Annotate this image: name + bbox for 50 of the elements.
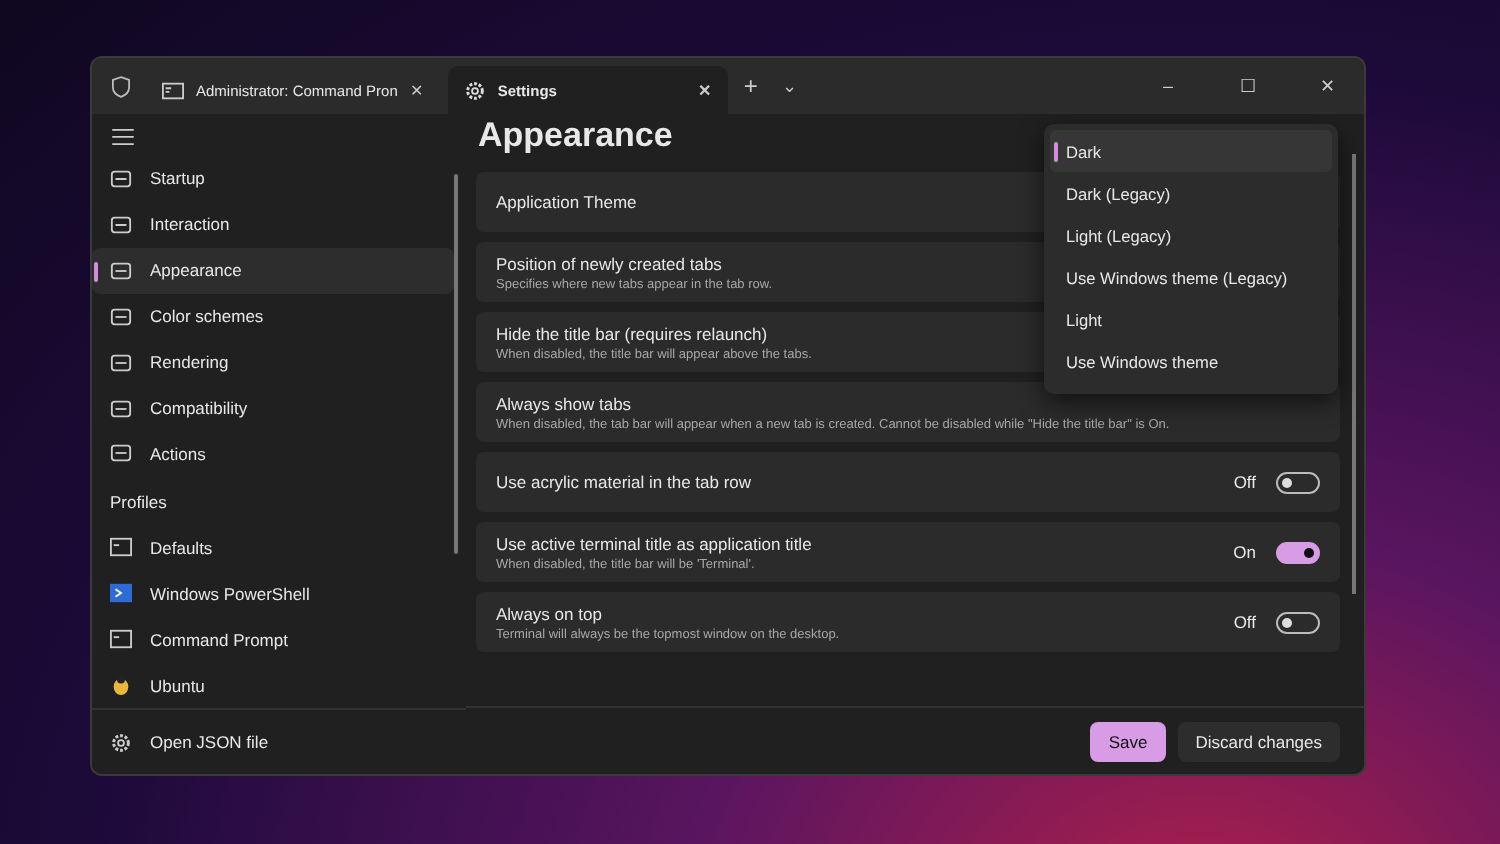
tab-menu-button[interactable]: ⌄ bbox=[773, 76, 806, 96]
sidebar-item[interactable]: Appearance bbox=[92, 247, 454, 294]
dropdown-option[interactable]: Dark (Legacy) bbox=[1050, 172, 1332, 214]
sidebar-item[interactable]: Color schemes bbox=[92, 293, 454, 340]
toggle-state: Off bbox=[1233, 612, 1256, 632]
toggle-state: On bbox=[1233, 542, 1256, 562]
sidebar-item[interactable]: Rendering bbox=[92, 339, 454, 386]
close-tab-button[interactable]: ✕ bbox=[697, 81, 712, 99]
toggle-switch[interactable] bbox=[1276, 471, 1320, 493]
setting-label: Always on top bbox=[496, 603, 602, 623]
minimize-button[interactable]: – bbox=[1132, 76, 1204, 96]
close-button[interactable]: ✕ bbox=[1292, 76, 1364, 96]
sidebar-item[interactable]: Windows PowerShell bbox=[92, 570, 454, 617]
toggle-state: Off bbox=[1233, 472, 1256, 492]
toggle-switch[interactable] bbox=[1276, 541, 1320, 563]
maximize-button[interactable]: ☐ bbox=[1212, 76, 1284, 96]
sidebar-item[interactable]: Command Prompt bbox=[92, 616, 454, 663]
sidebar-item[interactable]: Interaction bbox=[92, 201, 454, 248]
dropdown-option[interactable]: Light bbox=[1050, 298, 1332, 340]
penguin-icon bbox=[110, 674, 132, 697]
setting-label: Application Theme bbox=[496, 192, 637, 212]
sidebar-item[interactable]: Defaults bbox=[92, 524, 454, 571]
dropdown-option[interactable]: Use Windows theme bbox=[1050, 340, 1332, 382]
sidebar-item[interactable]: Startup bbox=[92, 155, 454, 202]
setting-label: Always show tabs bbox=[496, 393, 632, 413]
shield-icon bbox=[112, 75, 130, 97]
terminal-icon bbox=[162, 81, 184, 99]
setting-label: Use active terminal title as application title bbox=[496, 533, 812, 553]
terminal-icon bbox=[110, 628, 132, 651]
setting-label: Position of newly created tabs bbox=[496, 253, 722, 273]
page-title: Appearance bbox=[478, 114, 673, 158]
setting-label: Use acrylic material in the tab row bbox=[496, 472, 752, 492]
section-header: Profiles bbox=[108, 490, 169, 517]
dropdown-option[interactable]: Dark bbox=[1050, 130, 1332, 172]
dropdown-option[interactable]: Light (Legacy) bbox=[1050, 214, 1332, 256]
discard-changes-button[interactable]: Discard changes bbox=[1177, 721, 1340, 761]
settings-icon bbox=[110, 731, 132, 754]
setting-label: Hide the title bar (requires relaunch) bbox=[496, 323, 768, 343]
close-tab-button[interactable]: ✕ bbox=[409, 81, 424, 99]
menu-icon[interactable] bbox=[112, 128, 134, 146]
dropdown-option[interactable]: Use Windows theme (Legacy) bbox=[1050, 256, 1332, 298]
sidebar-item[interactable]: Actions bbox=[92, 431, 454, 477]
sidebar-item[interactable]: Open JSON file bbox=[92, 708, 466, 774]
save-button[interactable]: Save bbox=[1090, 721, 1166, 761]
powershell-icon bbox=[110, 582, 132, 605]
sidebar-item[interactable]: Ubuntu bbox=[92, 662, 454, 709]
settings-icon bbox=[463, 79, 486, 101]
new-tab-button[interactable]: + bbox=[735, 72, 766, 100]
toggle-switch[interactable] bbox=[1276, 611, 1320, 633]
sidebar-item[interactable]: Compatibility bbox=[92, 385, 454, 431]
